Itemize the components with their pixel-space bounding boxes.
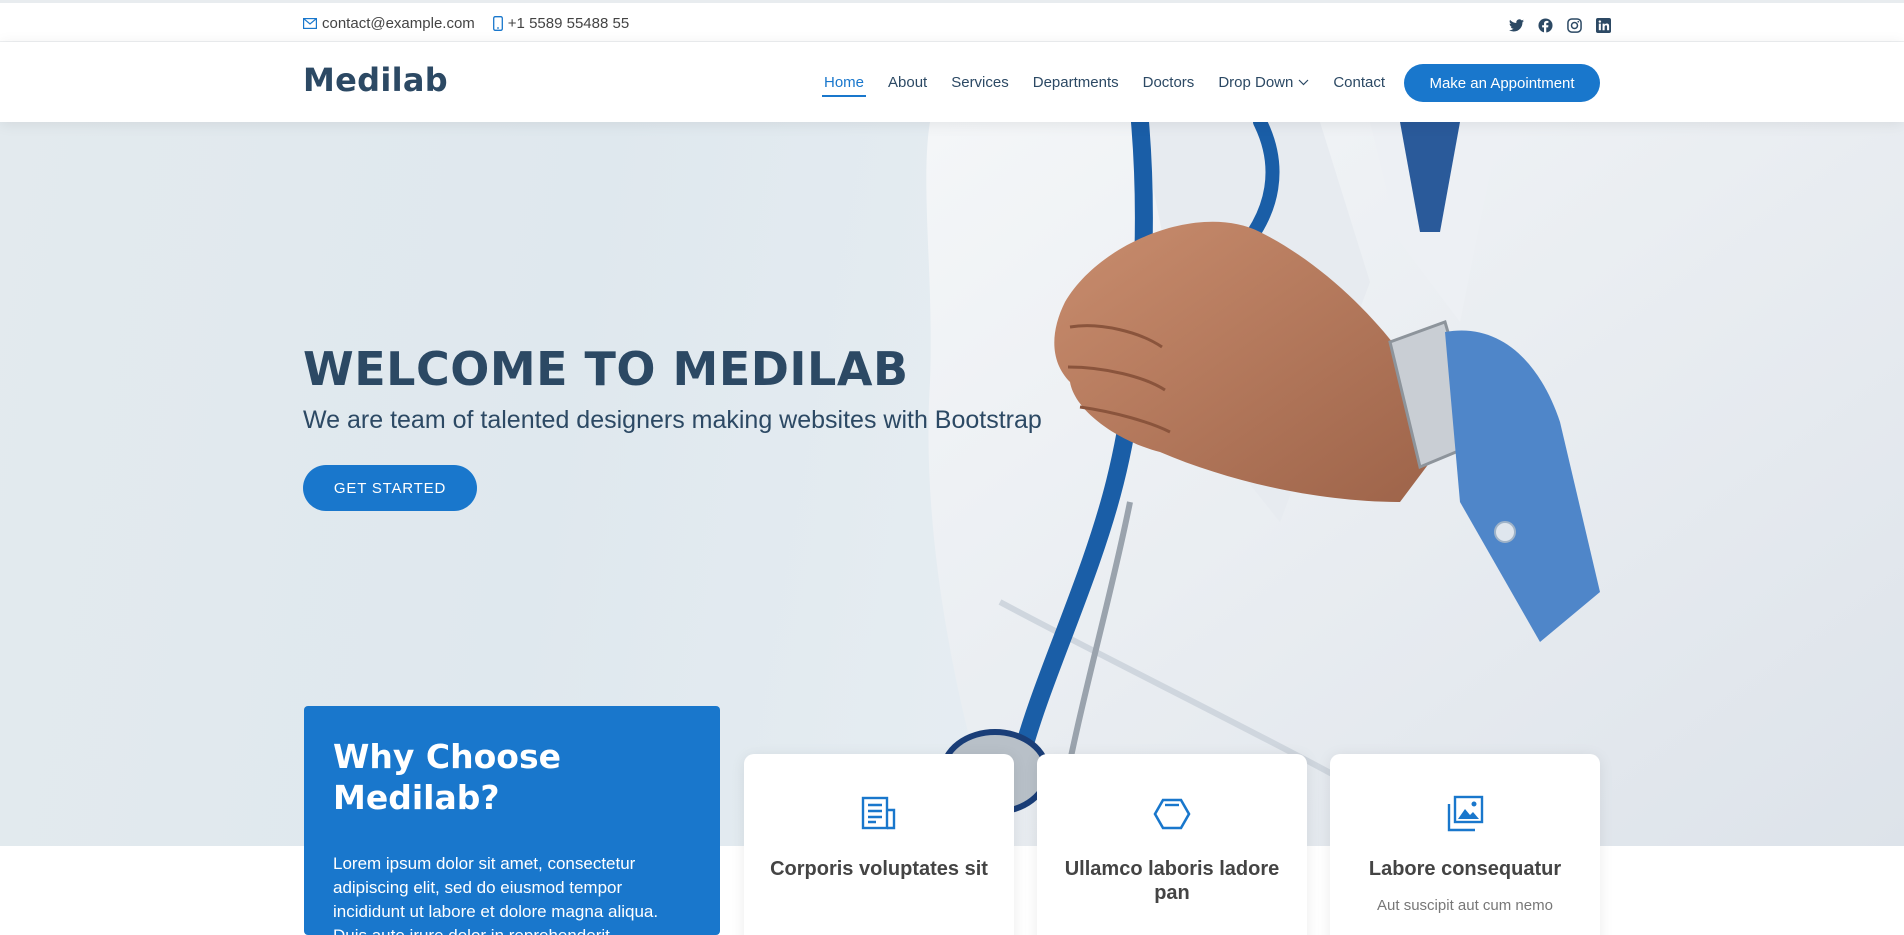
images-icon: [1447, 795, 1484, 832]
icon-box-text: Aut suscipit aut cum nemo: [1377, 897, 1553, 914]
receipt-icon: [861, 796, 896, 830]
chevron-down-icon: [1298, 79, 1309, 85]
phone-icon: [492, 16, 503, 31]
cube-icon: [1153, 798, 1191, 830]
social-links: [1496, 16, 1612, 34]
nav-services[interactable]: Services: [951, 68, 1009, 97]
email-text: contact@example.com: [322, 15, 475, 32]
nav-dropdown[interactable]: Drop Down: [1218, 68, 1309, 97]
topbar: contact@example.com +1 5589 55488 55: [0, 0, 1904, 42]
phone-item[interactable]: +1 5589 55488 55: [492, 15, 630, 32]
facebook-icon[interactable]: [1536, 16, 1554, 34]
why-choose-box: Why Choose Medilab? Lorem ipsum dolor si…: [304, 706, 720, 935]
get-started-button[interactable]: GET STARTED: [303, 465, 477, 511]
nav-contact[interactable]: Contact: [1333, 68, 1385, 97]
icon-box: Ullamco laboris ladore pan: [1037, 754, 1307, 935]
logo[interactable]: Medilab: [303, 61, 448, 99]
hero-section: WELCOME TO MEDILAB We are team of talent…: [0, 122, 1904, 846]
hero-title: WELCOME TO MEDILAB: [303, 342, 909, 396]
icon-box-title: Ullamco laboris ladore pan: [1064, 858, 1280, 904]
envelope-icon: [303, 18, 317, 29]
why-title: Why Choose Medilab?: [333, 737, 561, 817]
instagram-icon[interactable]: [1565, 16, 1583, 34]
email-item[interactable]: contact@example.com: [303, 15, 475, 32]
why-text: Lorem ipsum dolor sit amet, consectetur …: [333, 854, 659, 935]
make-appointment-button[interactable]: Make an Appointment: [1404, 64, 1600, 102]
icon-box: Corporis voluptates sit: [744, 754, 1014, 935]
icon-box-title: Corporis voluptates sit: [770, 858, 988, 880]
twitter-icon[interactable]: [1507, 16, 1525, 34]
nav-about[interactable]: About: [888, 68, 927, 97]
nav-home[interactable]: Home: [821, 68, 867, 97]
site-header: Medilab Home About Services Departments …: [0, 42, 1904, 122]
icon-box: Labore consequatur Aut suscipit aut cum …: [1330, 754, 1600, 935]
nav-dropdown-label: Drop Down: [1218, 73, 1294, 91]
icon-box-title: Labore consequatur: [1368, 858, 1562, 880]
main-nav: Home About Services Departments Doctors …: [812, 42, 1397, 122]
nav-departments[interactable]: Departments: [1033, 68, 1119, 97]
linkedin-icon[interactable]: [1594, 16, 1612, 34]
doctor-hero-image: [926, 122, 1904, 846]
contact-info: contact@example.com +1 5589 55488 55: [303, 15, 647, 32]
phone-text: +1 5589 55488 55: [507, 15, 630, 32]
nav-doctors[interactable]: Doctors: [1143, 68, 1195, 97]
hero-subtitle: We are team of talented designers making…: [303, 406, 1042, 434]
